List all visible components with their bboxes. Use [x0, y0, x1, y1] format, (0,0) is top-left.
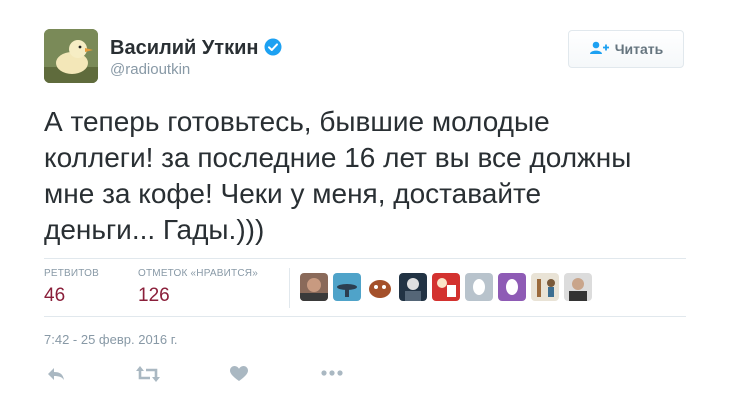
like-icon[interactable]	[230, 366, 248, 382]
divider	[44, 258, 686, 259]
user-avatar[interactable]	[44, 29, 98, 83]
liker-avatar-9-icon[interactable]	[564, 273, 592, 301]
follow-button[interactable]: Читать	[568, 30, 684, 68]
reply-icon[interactable]	[46, 366, 66, 382]
likes-label: ОТМЕТОК «НРАВИТСЯ»	[138, 268, 258, 279]
more-icon[interactable]	[321, 370, 343, 376]
verified-badge-icon	[264, 38, 282, 56]
liker-avatar-5-icon[interactable]	[432, 273, 460, 301]
tweet-timestamp[interactable]: 7:42 - 25 февр. 2016 г.	[44, 332, 178, 347]
liker-avatar-3-icon[interactable]	[366, 273, 394, 301]
retweets-count: 46	[44, 285, 66, 306]
liker-avatar-2-icon[interactable]	[333, 273, 361, 301]
tweet-card: Василий Уткин @radioutkin Читать А тепер…	[0, 0, 730, 419]
likes-count: 126	[138, 285, 170, 306]
divider	[44, 316, 686, 317]
username[interactable]: @radioutkin	[110, 61, 190, 78]
liker-avatar-8-icon[interactable]	[531, 273, 559, 301]
likes-stat[interactable]: ОТМЕТОК «НРАВИТСЯ» 126	[138, 268, 258, 307]
liker-avatar-4-icon[interactable]	[399, 273, 427, 301]
tweet-text: А теперь готовьтесь, бывшие молодые колл…	[44, 106, 632, 245]
add-user-icon	[589, 41, 609, 58]
liker-avatars	[300, 273, 592, 301]
stats-divider	[289, 268, 290, 308]
display-name-text: Василий Уткин	[110, 37, 259, 59]
default-egg-avatar-icon[interactable]	[498, 273, 526, 301]
default-egg-avatar-icon[interactable]	[465, 273, 493, 301]
tweet-actions	[0, 362, 730, 392]
display-name[interactable]: Василий Уткин	[110, 37, 282, 60]
retweets-label: РЕТВИТОВ	[44, 268, 100, 279]
follow-button-label: Читать	[614, 41, 664, 57]
retweet-icon[interactable]	[136, 366, 160, 382]
duckling-avatar-icon	[44, 29, 98, 83]
liker-avatar-1-icon[interactable]	[300, 273, 328, 301]
retweets-stat[interactable]: РЕТВИТОВ 46	[44, 268, 99, 307]
